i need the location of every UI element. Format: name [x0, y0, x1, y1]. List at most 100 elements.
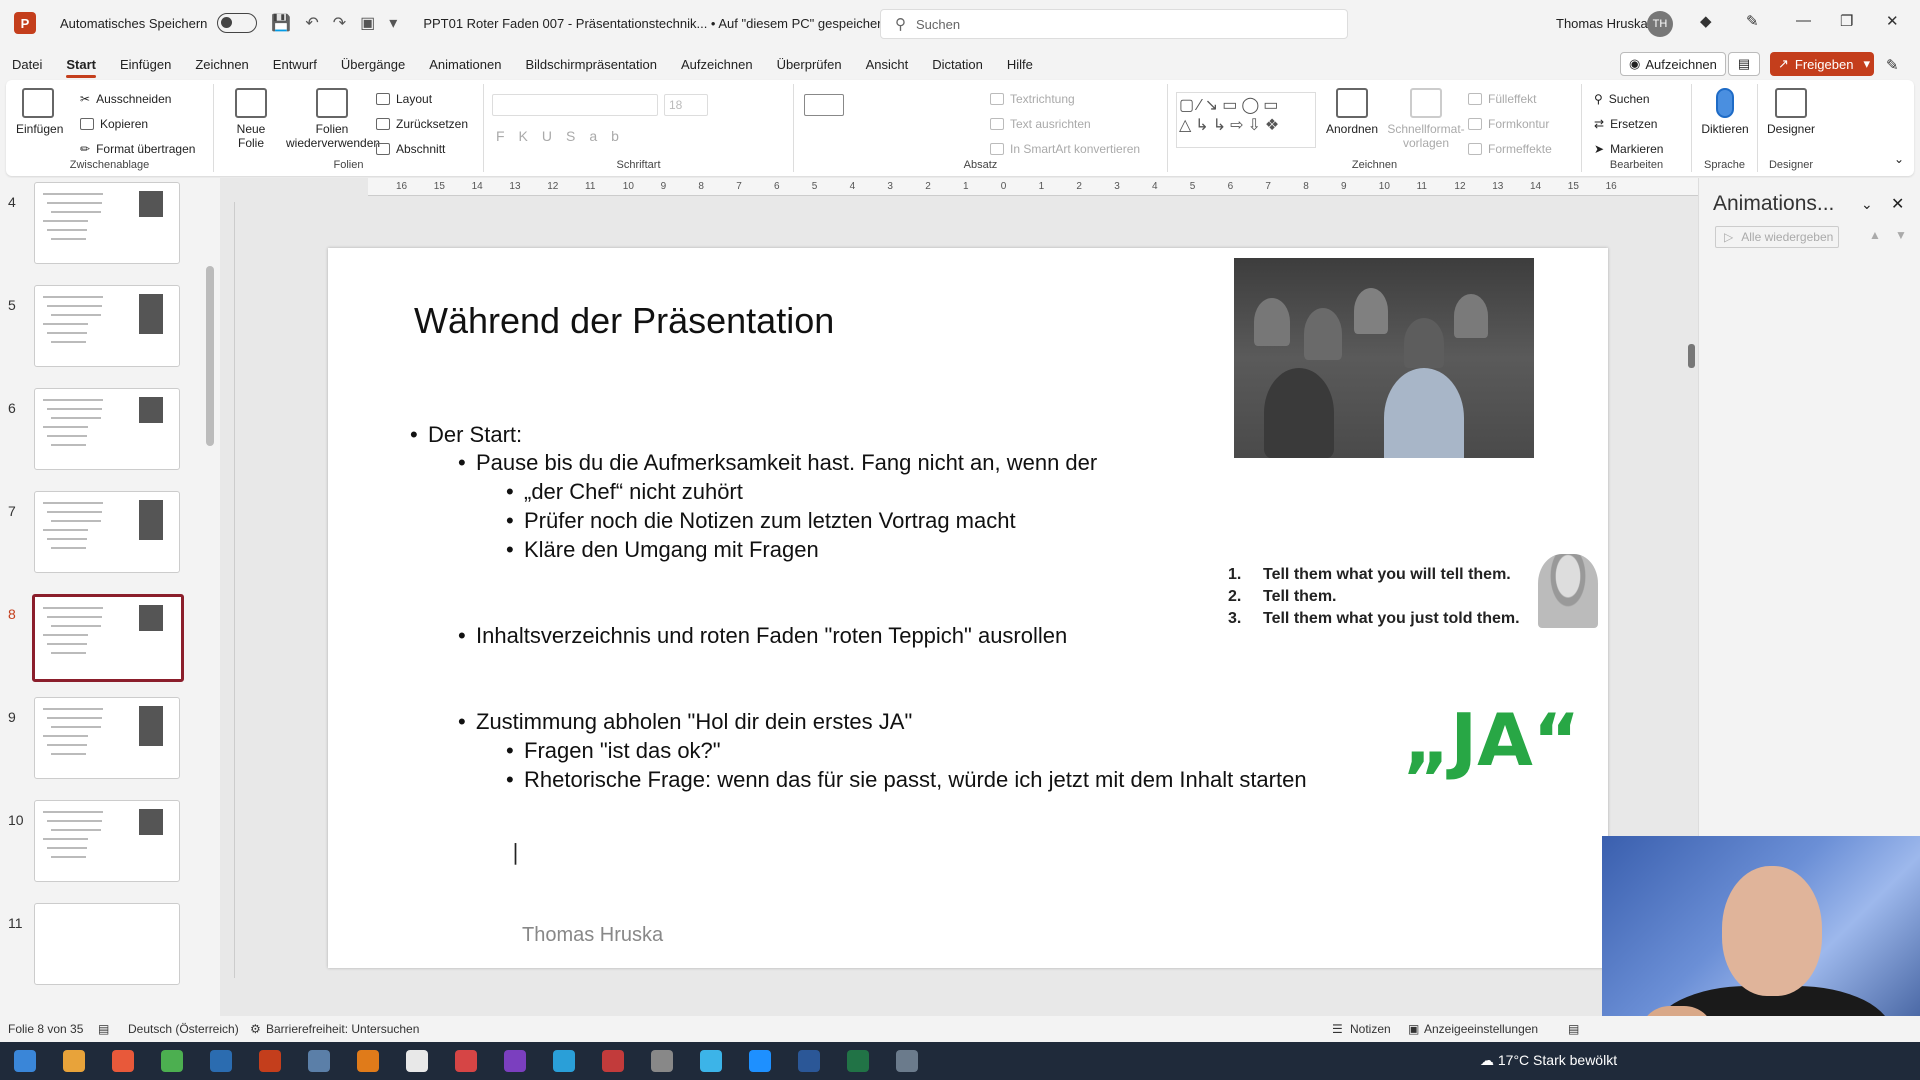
font-family-select[interactable] [492, 94, 658, 116]
designer-button[interactable]: Designer [1762, 88, 1820, 136]
accessibility-check[interactable]: Barrierefreiheit: Untersuchen [266, 1022, 419, 1036]
close-icon[interactable]: ✕ [1891, 194, 1904, 214]
comments-button[interactable]: ▤ [1728, 52, 1760, 76]
weather-widget[interactable]: ☁ 17°C Stark bewölkt [1480, 1052, 1617, 1069]
ja-wordart[interactable]: „JA“ [1403, 698, 1580, 782]
start-menu-icon[interactable] [14, 1050, 36, 1072]
spellcheck-icon[interactable]: ▤ [98, 1022, 109, 1036]
tab-entwurf[interactable]: Entwurf [261, 50, 329, 80]
tab-ansicht[interactable]: Ansicht [854, 50, 921, 80]
normal-view-icon[interactable]: ▤ [1568, 1022, 1579, 1036]
taskbar-app-icon[interactable] [896, 1050, 918, 1072]
move-down-icon[interactable]: ▼ [1895, 228, 1907, 242]
shape-effects-button[interactable]: Formeffekte [1468, 142, 1552, 156]
dictate-button[interactable]: Diktieren [1696, 88, 1754, 136]
taskbar-app-icon[interactable] [700, 1050, 722, 1072]
avatar[interactable]: TH [1647, 11, 1673, 37]
slide-thumbnail[interactable] [34, 491, 180, 573]
reuse-slides-button[interactable]: Folien wiederverwenden [286, 88, 380, 150]
diamond-icon[interactable]: ◆ [1700, 12, 1712, 30]
tell-list-item[interactable]: 3. Tell them what you just told them. [1228, 610, 1520, 628]
slide-thumbnail[interactable] [32, 594, 184, 682]
tab-überprüfen[interactable]: Überprüfen [765, 50, 854, 80]
tab-aufzeichnen[interactable]: Aufzeichnen [669, 50, 765, 80]
layout-button[interactable]: Layout [376, 92, 432, 106]
bullet-level3[interactable]: Kläre den Umgang mit Fragen [506, 537, 819, 563]
undo-icon[interactable]: ↶ [305, 13, 318, 33]
taskbar-app-icon[interactable] [63, 1050, 85, 1072]
author-footer[interactable]: Thomas Hruska [522, 924, 663, 947]
bullet-level2[interactable]: Pause bis du die Aufmerksamkeit hast. Fa… [458, 450, 1097, 476]
align-text-button[interactable]: Text ausrichten [990, 117, 1091, 131]
cut-button[interactable]: ✂ Ausschneiden [80, 92, 171, 106]
pen-icon[interactable]: ✎ [1746, 12, 1759, 30]
chevron-down-icon[interactable]: ⌄ [1861, 196, 1873, 213]
taskbar-app-icon[interactable] [798, 1050, 820, 1072]
tab-übergänge[interactable]: Übergänge [329, 50, 417, 80]
taskbar-app-icon[interactable] [504, 1050, 526, 1072]
slide-scrollbar[interactable] [1688, 344, 1695, 368]
replace-button[interactable]: ⇄ Ersetzen [1594, 117, 1657, 131]
taskbar-app-icon[interactable] [406, 1050, 428, 1072]
shapes-gallery[interactable]: ▢∕↘▭◯▭ △↳↳⇨⇩❖ [1176, 92, 1316, 148]
bullets-button[interactable] [804, 94, 844, 116]
slide-thumbnail[interactable] [34, 903, 180, 985]
record-button[interactable]: ◉ Aufzeichnen [1620, 52, 1726, 76]
tab-dictation[interactable]: Dictation [920, 50, 995, 80]
bullet-level3[interactable]: Fragen "ist das ok?" [506, 738, 721, 764]
user-name[interactable]: Thomas Hruska [1556, 16, 1648, 31]
taskbar-app-icon[interactable] [553, 1050, 575, 1072]
taskbar-app-icon[interactable] [602, 1050, 624, 1072]
bullet-level2[interactable]: Inhaltsverzeichnis und roten Faden "rote… [458, 623, 1067, 649]
paste-button[interactable]: Einfügen [16, 88, 63, 136]
format-painter-button[interactable]: ✏ Format übertragen [80, 142, 195, 156]
thumbnails-scrollbar[interactable] [206, 266, 214, 446]
taskbar-app-icon[interactable] [455, 1050, 477, 1072]
font-format-row[interactable]: FKUSab [496, 128, 633, 144]
quick-styles-button[interactable]: Schnellformat-vorlagen [1384, 88, 1468, 150]
taskbar-app-icon[interactable] [210, 1050, 232, 1072]
share-button[interactable]: ↗ Freigeben ▾ [1770, 52, 1874, 76]
taskbar-app-icon[interactable] [357, 1050, 379, 1072]
shape-outline-button[interactable]: Formkontur [1468, 117, 1549, 131]
present-icon[interactable]: ▣ [360, 13, 375, 33]
smartart-button[interactable]: In SmartArt konvertieren [990, 142, 1140, 156]
taskbar-app-icon[interactable] [161, 1050, 183, 1072]
collapse-ribbon-icon[interactable]: ⌄ [1894, 152, 1904, 166]
taskbar-app-icon[interactable] [259, 1050, 281, 1072]
tab-start[interactable]: Start [54, 50, 108, 80]
audience-photo[interactable] [1234, 258, 1534, 458]
restore-icon[interactable]: ❐ [1840, 12, 1853, 30]
select-button[interactable]: ➤ Markieren [1594, 142, 1663, 156]
slide-thumbnail[interactable] [34, 285, 180, 367]
slide-counter[interactable]: Folie 8 von 35 [8, 1022, 83, 1036]
bullet-level3[interactable]: „der Chef“ nicht zuhört [506, 479, 743, 505]
tab-einfügen[interactable]: Einfügen [108, 50, 183, 80]
bullet-level2[interactable]: Zustimmung abholen "Hol dir dein erstes … [458, 709, 912, 735]
taskbar-app-icon[interactable] [847, 1050, 869, 1072]
slide-title[interactable]: Während der Präsentation [414, 300, 834, 342]
minimize-icon[interactable]: — [1796, 12, 1811, 29]
tell-list-item[interactable]: 2. Tell them. [1228, 588, 1337, 606]
move-up-icon[interactable]: ▲ [1869, 228, 1881, 242]
bullet-level3[interactable]: Rhetorische Frage: wenn das für sie pass… [506, 767, 1307, 793]
bullet-level1[interactable]: Der Start: [410, 422, 522, 448]
taskbar-app-icon[interactable] [112, 1050, 134, 1072]
save-icon[interactable]: 💾 [271, 13, 291, 33]
taskbar-app-icon[interactable] [308, 1050, 330, 1072]
ribbon-options-icon[interactable]: ✎ [1886, 56, 1899, 74]
notes-button[interactable]: Notizen [1350, 1022, 1391, 1036]
slide-thumbnail[interactable] [34, 800, 180, 882]
redo-icon[interactable]: ↷ [333, 13, 346, 33]
find-button[interactable]: ⚲ Suchen [1594, 92, 1650, 106]
text-direction-button[interactable]: Textrichtung [990, 92, 1075, 106]
tab-hilfe[interactable]: Hilfe [995, 50, 1045, 80]
customize-qat-icon[interactable]: ▾ [389, 13, 397, 33]
bullet-level3[interactable]: Prüfer noch die Notizen zum letzten Vort… [506, 508, 1016, 534]
shape-fill-button[interactable]: Fülleffekt [1468, 92, 1536, 106]
tab-zeichnen[interactable]: Zeichnen [183, 50, 260, 80]
taskbar-app-icon[interactable] [651, 1050, 673, 1072]
copy-button[interactable]: Kopieren [80, 117, 148, 131]
tell-list-item[interactable]: 1. Tell them what you will tell them. [1228, 566, 1511, 584]
slide-thumbnail[interactable] [34, 697, 180, 779]
